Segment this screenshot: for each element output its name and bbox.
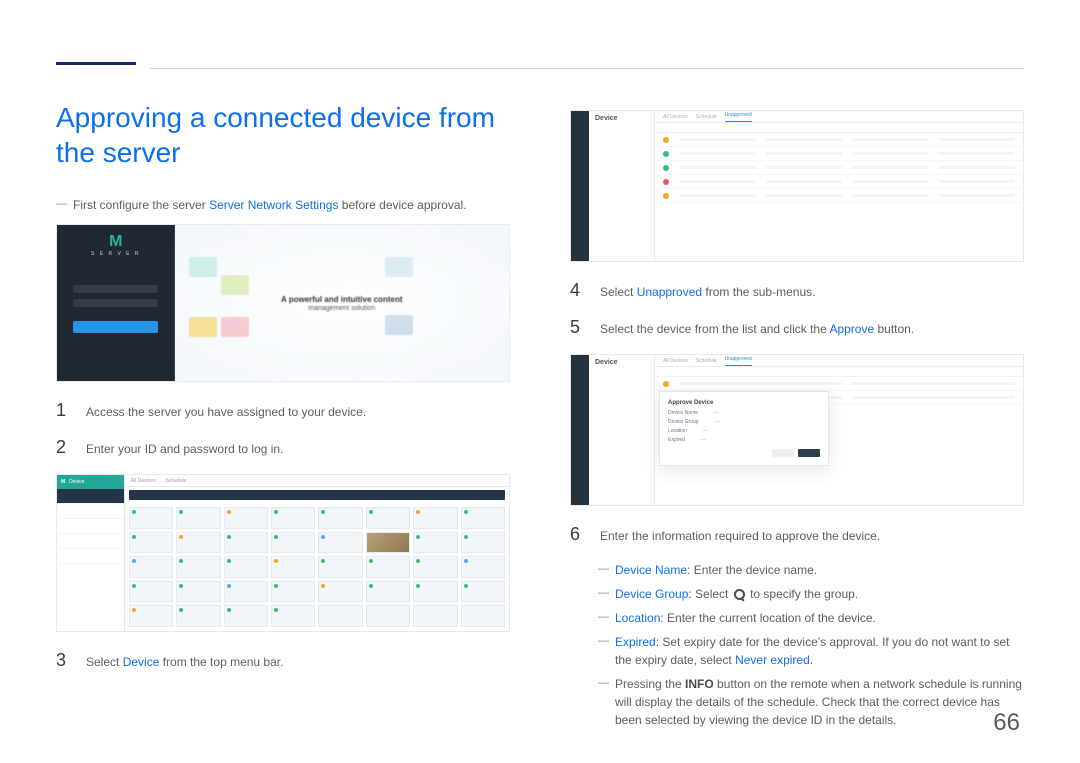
sidebar-item — [57, 489, 124, 504]
login-id-field — [73, 285, 158, 293]
left-column: Approving a connected device from the se… — [56, 100, 510, 735]
intro-note-pre: First configure the server — [73, 198, 209, 212]
step-text: Select the device from the list and clic… — [600, 320, 914, 338]
modal-title: Approve Device — [668, 400, 820, 406]
intro-note-post: before device approval. — [338, 198, 466, 212]
subnote-device-group: Device Group: Select to specify the grou… — [598, 585, 1024, 603]
step-6: 6 Enter the information required to appr… — [570, 524, 1024, 545]
step-text: Select Unapproved from the sub-menus. — [600, 283, 815, 301]
step-number: 6 — [570, 524, 584, 545]
step-text: Select Device from the top menu bar. — [86, 653, 283, 671]
content-columns: Approving a connected device from the se… — [56, 100, 1024, 735]
server-logo-text: S E R V E R — [57, 251, 175, 257]
screenshot-approve-dialog: Device All Devices Schedule Unapproved — [570, 354, 1024, 506]
search-icon — [734, 589, 745, 600]
device-sidebar: M Device — [57, 475, 125, 631]
sidebar-item — [57, 519, 124, 534]
header-divider — [150, 68, 1024, 69]
step-number: 4 — [570, 280, 584, 301]
unapproved-link: Unapproved — [637, 285, 702, 299]
step-text: Enter the information required to approv… — [600, 527, 880, 545]
sidebar-item — [57, 549, 124, 564]
device-side-panel: Device — [589, 111, 655, 261]
login-password-field — [73, 299, 158, 307]
device-subtabs: All Devices Schedule Unapproved — [655, 111, 1023, 123]
subnote-location: Location: Enter the current location of … — [598, 609, 1024, 627]
login-bg-headline: A powerful and intuitive content — [175, 295, 509, 304]
sidebar-item — [57, 534, 124, 549]
unapproved-tab: Unapproved — [725, 112, 752, 122]
approve-link: Approve — [829, 322, 874, 336]
step-4: 4 Select Unapproved from the sub-menus. — [570, 280, 1024, 301]
page-title: Approving a connected device from the se… — [56, 100, 510, 170]
device-grid — [125, 503, 509, 631]
screenshot-device-grid: M Device All Devices Schedule — [56, 474, 510, 632]
sidebar-item — [57, 504, 124, 519]
step-text: Enter your ID and password to log in. — [86, 440, 283, 458]
page-number: 66 — [993, 709, 1020, 737]
intro-note: First configure the server Server Networ… — [56, 198, 510, 212]
server-logo-icon: M — [109, 233, 122, 251]
device-tabs: All Devices Schedule — [125, 475, 509, 487]
step-number: 2 — [56, 437, 70, 458]
screenshot-login: M S E R V E R A powerful and intuitive c… — [56, 224, 510, 382]
header-accent-bar — [56, 62, 136, 65]
screenshot-unapproved-list: Device All Devices Schedule Unapproved — [570, 110, 1024, 262]
device-link: Device — [123, 655, 160, 669]
device-main: All Devices Schedule — [125, 475, 509, 631]
device-sidebar-header: M Device — [57, 475, 124, 489]
modal-ok-button — [798, 449, 820, 457]
modal-cancel-button — [772, 449, 794, 457]
subnote-device-name: Device Name: Enter the device name. — [598, 561, 1024, 579]
step-2: 2 Enter your ID and password to log in. — [56, 437, 510, 458]
subnote-expired: Expired: Set expiry date for the device'… — [598, 633, 1024, 669]
subnote-info: Pressing the INFO button on the remote w… — [598, 675, 1024, 729]
step-5: 5 Select the device from the list and cl… — [570, 317, 1024, 338]
step-number: 3 — [56, 650, 70, 671]
device-list — [655, 133, 1023, 261]
list-toolbar — [655, 123, 1023, 133]
login-button — [73, 321, 158, 333]
unapproved-main: All Devices Schedule Unapproved — [655, 111, 1023, 261]
step-3: 3 Select Device from the top menu bar. — [56, 650, 510, 671]
step-1: 1 Access the server you have assigned to… — [56, 400, 510, 421]
step-number: 5 — [570, 317, 584, 338]
step-number: 1 — [56, 400, 70, 421]
step-text: Access the server you have assigned to y… — [86, 403, 366, 421]
device-toolbar — [129, 490, 505, 500]
login-background: A powerful and intuitive content managem… — [175, 225, 509, 381]
approve-device-modal: Approve Device Device Name— Device Group… — [659, 391, 829, 466]
login-sidebar: M S E R V E R — [57, 225, 175, 381]
login-bg-subhead: management solution — [175, 305, 509, 312]
nav-rail — [571, 111, 589, 261]
intro-note-link: Server Network Settings — [209, 198, 338, 212]
right-column: Device All Devices Schedule Unapproved — [570, 100, 1024, 735]
